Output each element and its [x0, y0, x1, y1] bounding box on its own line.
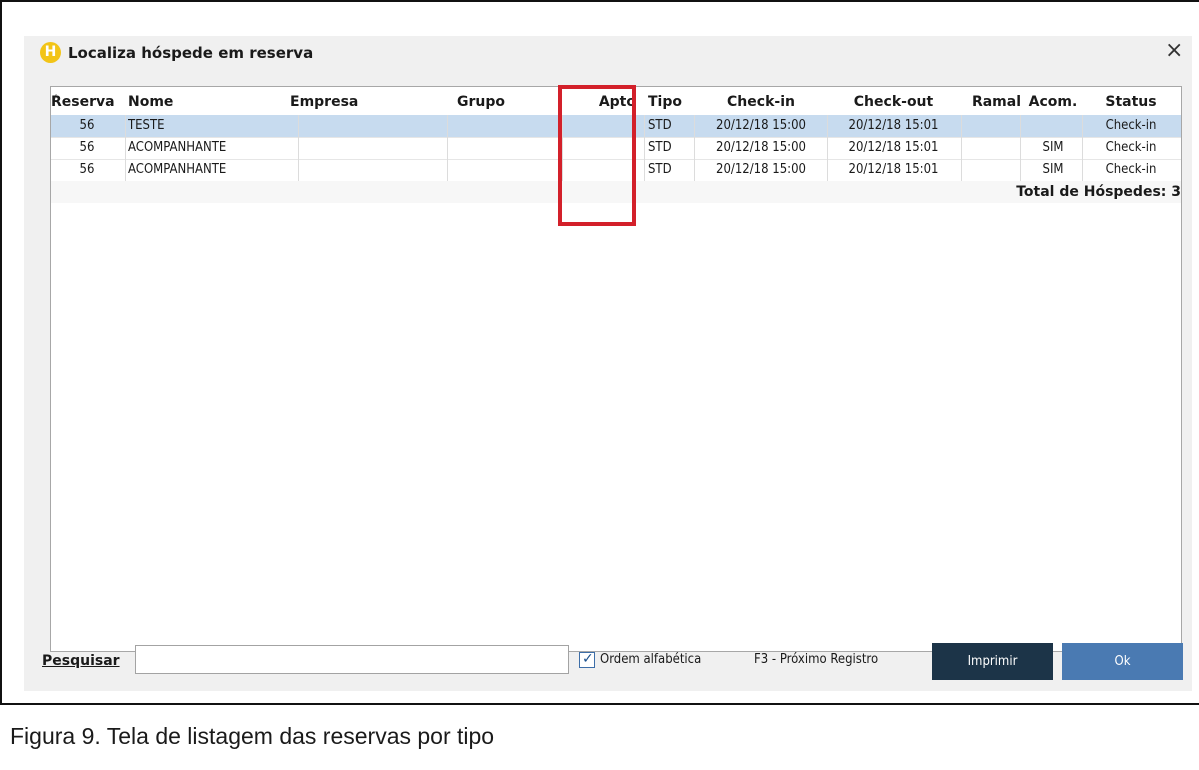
- column-header-tipo[interactable]: Tipo: [648, 93, 698, 111]
- cell-acom: SIM: [1042, 162, 1064, 177]
- highlight-box-apto-column: [558, 85, 636, 226]
- cell-checkin: 20/12/18 15:00: [716, 140, 806, 155]
- column-header-nome[interactable]: Nome: [128, 93, 298, 111]
- title-bar: H Localiza hóspede em reserva ×: [24, 36, 1192, 74]
- column-divider: [447, 115, 448, 181]
- print-button[interactable]: Imprimir: [932, 643, 1053, 680]
- cell-tipo: STD: [648, 140, 672, 155]
- alphabetical-order-label[interactable]: Ordem alfabética: [600, 651, 701, 669]
- column-divider: [125, 115, 126, 181]
- search-label: Pesquisar: [42, 652, 120, 670]
- column-header-status[interactable]: Status: [1083, 93, 1179, 111]
- search-input[interactable]: [135, 645, 569, 674]
- cell-checkout: 20/12/18 15:01: [848, 162, 939, 177]
- cell-reserva: 56: [79, 118, 95, 133]
- window-title: Localiza hóspede em reserva: [68, 44, 314, 62]
- column-header-grupo[interactable]: Grupo: [457, 93, 567, 111]
- cell-checkout: 20/12/18 15:01: [848, 140, 939, 155]
- column-divider: [827, 115, 828, 181]
- cell-reserva: 56: [79, 140, 95, 155]
- column-header-empresa[interactable]: Empresa: [290, 93, 440, 111]
- next-record-hint: F3 - Próximo Registro: [754, 652, 879, 667]
- cell-nome: ACOMPANHANTE: [128, 140, 227, 155]
- search-label-text: Pesquisar: [42, 653, 120, 669]
- cell-reserva: 56: [79, 162, 95, 177]
- figure-caption: Figura 9. Tela de listagem das reservas …: [10, 723, 495, 749]
- column-header-reserva[interactable]: Reserva: [51, 93, 123, 111]
- cell-nome: TESTE: [128, 118, 165, 133]
- cell-acom: SIM: [1042, 140, 1064, 155]
- cell-tipo: STD: [648, 162, 672, 177]
- column-header-checkout[interactable]: Check-out: [826, 93, 961, 111]
- column-divider: [1082, 115, 1083, 181]
- cell-checkout: 20/12/18 15:01: [848, 118, 939, 133]
- column-header-checkin[interactable]: Check-in: [696, 93, 826, 111]
- column-divider: [1020, 115, 1021, 181]
- cell-nome: ACOMPANHANTE: [128, 162, 227, 177]
- alphabetical-order-checkbox[interactable]: ✓: [579, 651, 595, 668]
- screenshot-frame: H Localiza hóspede em reserva × / Reserv…: [0, 0, 1199, 705]
- column-divider: [694, 115, 695, 181]
- close-icon[interactable]: ×: [1165, 39, 1183, 63]
- cell-checkin: 20/12/18 15:00: [716, 162, 806, 177]
- app-logo-icon: H: [40, 42, 61, 63]
- checkmark-icon: ✓: [582, 651, 594, 667]
- cell-checkin: 20/12/18 15:00: [716, 118, 806, 133]
- column-header-acom[interactable]: Acom.: [1023, 93, 1083, 111]
- total-guests-label: Total de Hóspedes: 3: [1016, 184, 1181, 200]
- column-divider: [961, 115, 962, 181]
- cell-tipo: STD: [648, 118, 672, 133]
- column-divider: [644, 115, 645, 181]
- cell-status: Check-in: [1105, 118, 1157, 133]
- column-divider: [298, 115, 299, 181]
- cell-status: Check-in: [1105, 140, 1157, 155]
- column-header-ramal[interactable]: Ramal: [961, 93, 1021, 111]
- ok-button[interactable]: Ok: [1062, 643, 1183, 680]
- cell-status: Check-in: [1105, 162, 1157, 177]
